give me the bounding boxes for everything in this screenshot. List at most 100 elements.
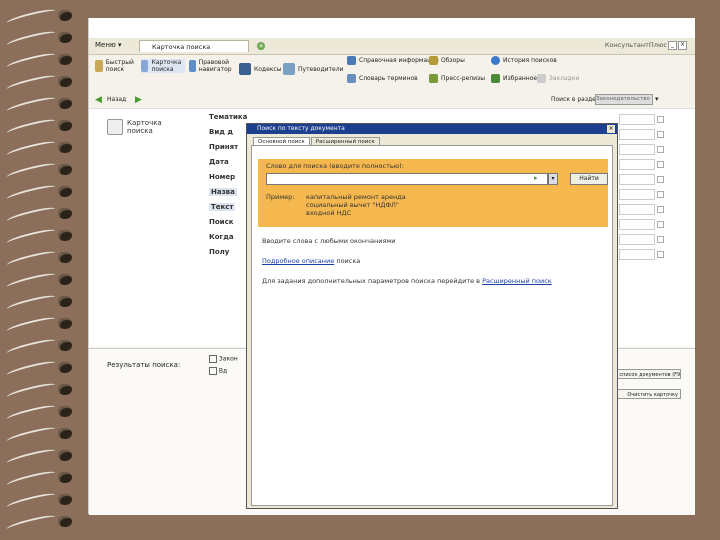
card-field-input[interactable] (619, 159, 655, 170)
card-field-label[interactable]: Поиск (209, 218, 233, 226)
clear-field-icon[interactable] (657, 236, 664, 243)
clear-field-icon[interactable] (657, 191, 664, 198)
title-bar: Меню ▾ Карточка поиска + КонсультантПлюс… (89, 38, 695, 55)
forward-arrow-icon[interactable]: ▶ (135, 95, 142, 105)
navigator-icon (189, 60, 196, 72)
search-history-button[interactable]: История поисков (491, 56, 557, 65)
spiral-ring (5, 29, 78, 49)
search-card-button[interactable]: Карточка поиска (141, 59, 185, 73)
bookmarks-button[interactable]: Закладки (537, 74, 579, 83)
card-field-input[interactable] (619, 249, 655, 260)
clear-field-icon[interactable] (657, 206, 664, 213)
search-card-icon (141, 60, 149, 72)
card-title-2: поиска (127, 127, 153, 135)
card-field-input[interactable] (619, 174, 655, 185)
card-field-input[interactable] (619, 144, 655, 155)
card-field-label[interactable]: Дата (209, 158, 229, 166)
dictionary-button[interactable]: Словарь терминов (347, 74, 418, 83)
nav-bar: ◀ Назад ▶ Поиск в разделе Законодательст… (89, 92, 695, 106)
card-field-label[interactable]: Когда (209, 233, 234, 241)
back-arrow-icon[interactable]: ◀ (95, 95, 102, 105)
new-tab-icon[interactable]: + (257, 42, 265, 50)
card-field-input[interactable] (619, 189, 655, 200)
favorites-button[interactable]: Избранное (491, 74, 537, 83)
extended-link[interactable]: Расширенный поиск (482, 277, 552, 285)
clear-field-icon[interactable] (657, 251, 664, 258)
search-card-icon (107, 119, 123, 135)
clear-field-icon[interactable] (657, 131, 664, 138)
spiral-ring (5, 139, 78, 159)
brand-logo: КонсультантПлюс (604, 41, 667, 49)
card-field-label[interactable]: Полу (209, 248, 229, 256)
toolbar-label: Правовой навигатор (198, 59, 232, 73)
dropdown-icon[interactable]: ▾ (548, 173, 558, 185)
tab-search-card[interactable]: Карточка поиска (139, 40, 249, 52)
card-field-label[interactable]: Принят (209, 143, 238, 151)
dropdown-icon[interactable]: ▾ (655, 95, 659, 103)
toolbar-label: Справочная информация (359, 57, 439, 64)
search-input[interactable] (266, 173, 548, 185)
detail-link[interactable]: Подробное описание (262, 257, 334, 265)
press-releases-button[interactable]: Пресс-релизы (429, 74, 485, 83)
spiral-ring (5, 7, 78, 27)
card-field-label[interactable]: Тематика (209, 113, 247, 121)
spiral-binding (0, 0, 88, 540)
card-field-label[interactable]: Текст (209, 203, 236, 211)
magnifier-icon (95, 60, 103, 72)
result-option-2[interactable]: Вд (209, 367, 227, 375)
quick-search-button[interactable]: Быстрый поиск (95, 59, 137, 73)
spiral-ring (5, 315, 78, 335)
find-button[interactable]: Найти (570, 173, 608, 185)
tab-title: Карточка поиска (152, 43, 211, 51)
clear-field-icon[interactable] (657, 161, 664, 168)
toolbar-label: Словарь терминов (359, 75, 418, 82)
close-icon[interactable]: × (678, 41, 687, 50)
toolbar-label: Закладки (549, 75, 580, 82)
clear-card-button[interactable]: Очистить карточку (615, 389, 681, 399)
spiral-ring (5, 183, 78, 203)
clear-field-icon[interactable] (657, 176, 664, 183)
result-option-1[interactable]: Закон (209, 355, 238, 363)
menu-button[interactable]: Меню ▾ (95, 41, 122, 49)
guide-icon (283, 63, 295, 75)
detail-line: Подробное описание поиска (262, 257, 360, 265)
forward-arrow-icon[interactable]: ▸ (534, 174, 538, 182)
spiral-ring (5, 205, 78, 225)
close-icon[interactable]: × (607, 125, 615, 133)
spiral-ring (5, 73, 78, 93)
card-field-input[interactable] (619, 219, 655, 230)
card-field-label[interactable]: Назва (209, 188, 237, 196)
card-field-label[interactable]: Номер (209, 173, 235, 181)
toolbar-label: Пресс-релизы (441, 75, 485, 82)
section-select[interactable]: Законодательство (595, 94, 653, 105)
checkbox[interactable] (209, 355, 217, 363)
spiral-ring (5, 469, 78, 489)
spiral-ring (5, 513, 78, 533)
card-field-input[interactable] (619, 204, 655, 215)
minimize-icon[interactable]: _ (668, 41, 677, 50)
history-icon (491, 56, 500, 65)
example-3: входной НДС (306, 209, 352, 217)
card-field-label[interactable]: Вид д (209, 128, 233, 136)
guides-button[interactable]: Путеводители (283, 63, 343, 75)
spiral-ring (5, 359, 78, 379)
clear-field-icon[interactable] (657, 116, 664, 123)
reference-info-button[interactable]: Справочная информация (347, 56, 439, 65)
book-icon (239, 63, 251, 75)
legal-navigator-button[interactable]: Правовой навигатор (189, 59, 235, 73)
back-label[interactable]: Назад (107, 96, 126, 103)
checkbox[interactable] (209, 367, 217, 375)
toolbar-label: Путеводители (298, 65, 344, 73)
codes-button[interactable]: Кодексы (239, 63, 281, 75)
card-field-input[interactable] (619, 129, 655, 140)
reviews-button[interactable]: Обзоры (429, 56, 465, 65)
spiral-ring (5, 447, 78, 467)
extended-text: Для задания дополнительных параметров по… (262, 277, 483, 285)
clear-field-icon[interactable] (657, 146, 664, 153)
card-field-input[interactable] (619, 234, 655, 245)
example-1: капитальный ремонт аренда (306, 193, 406, 201)
dialog-title: Поиск по тексту документа × (247, 124, 617, 134)
info-icon (347, 56, 356, 65)
card-field-input[interactable] (619, 114, 655, 125)
clear-field-icon[interactable] (657, 221, 664, 228)
